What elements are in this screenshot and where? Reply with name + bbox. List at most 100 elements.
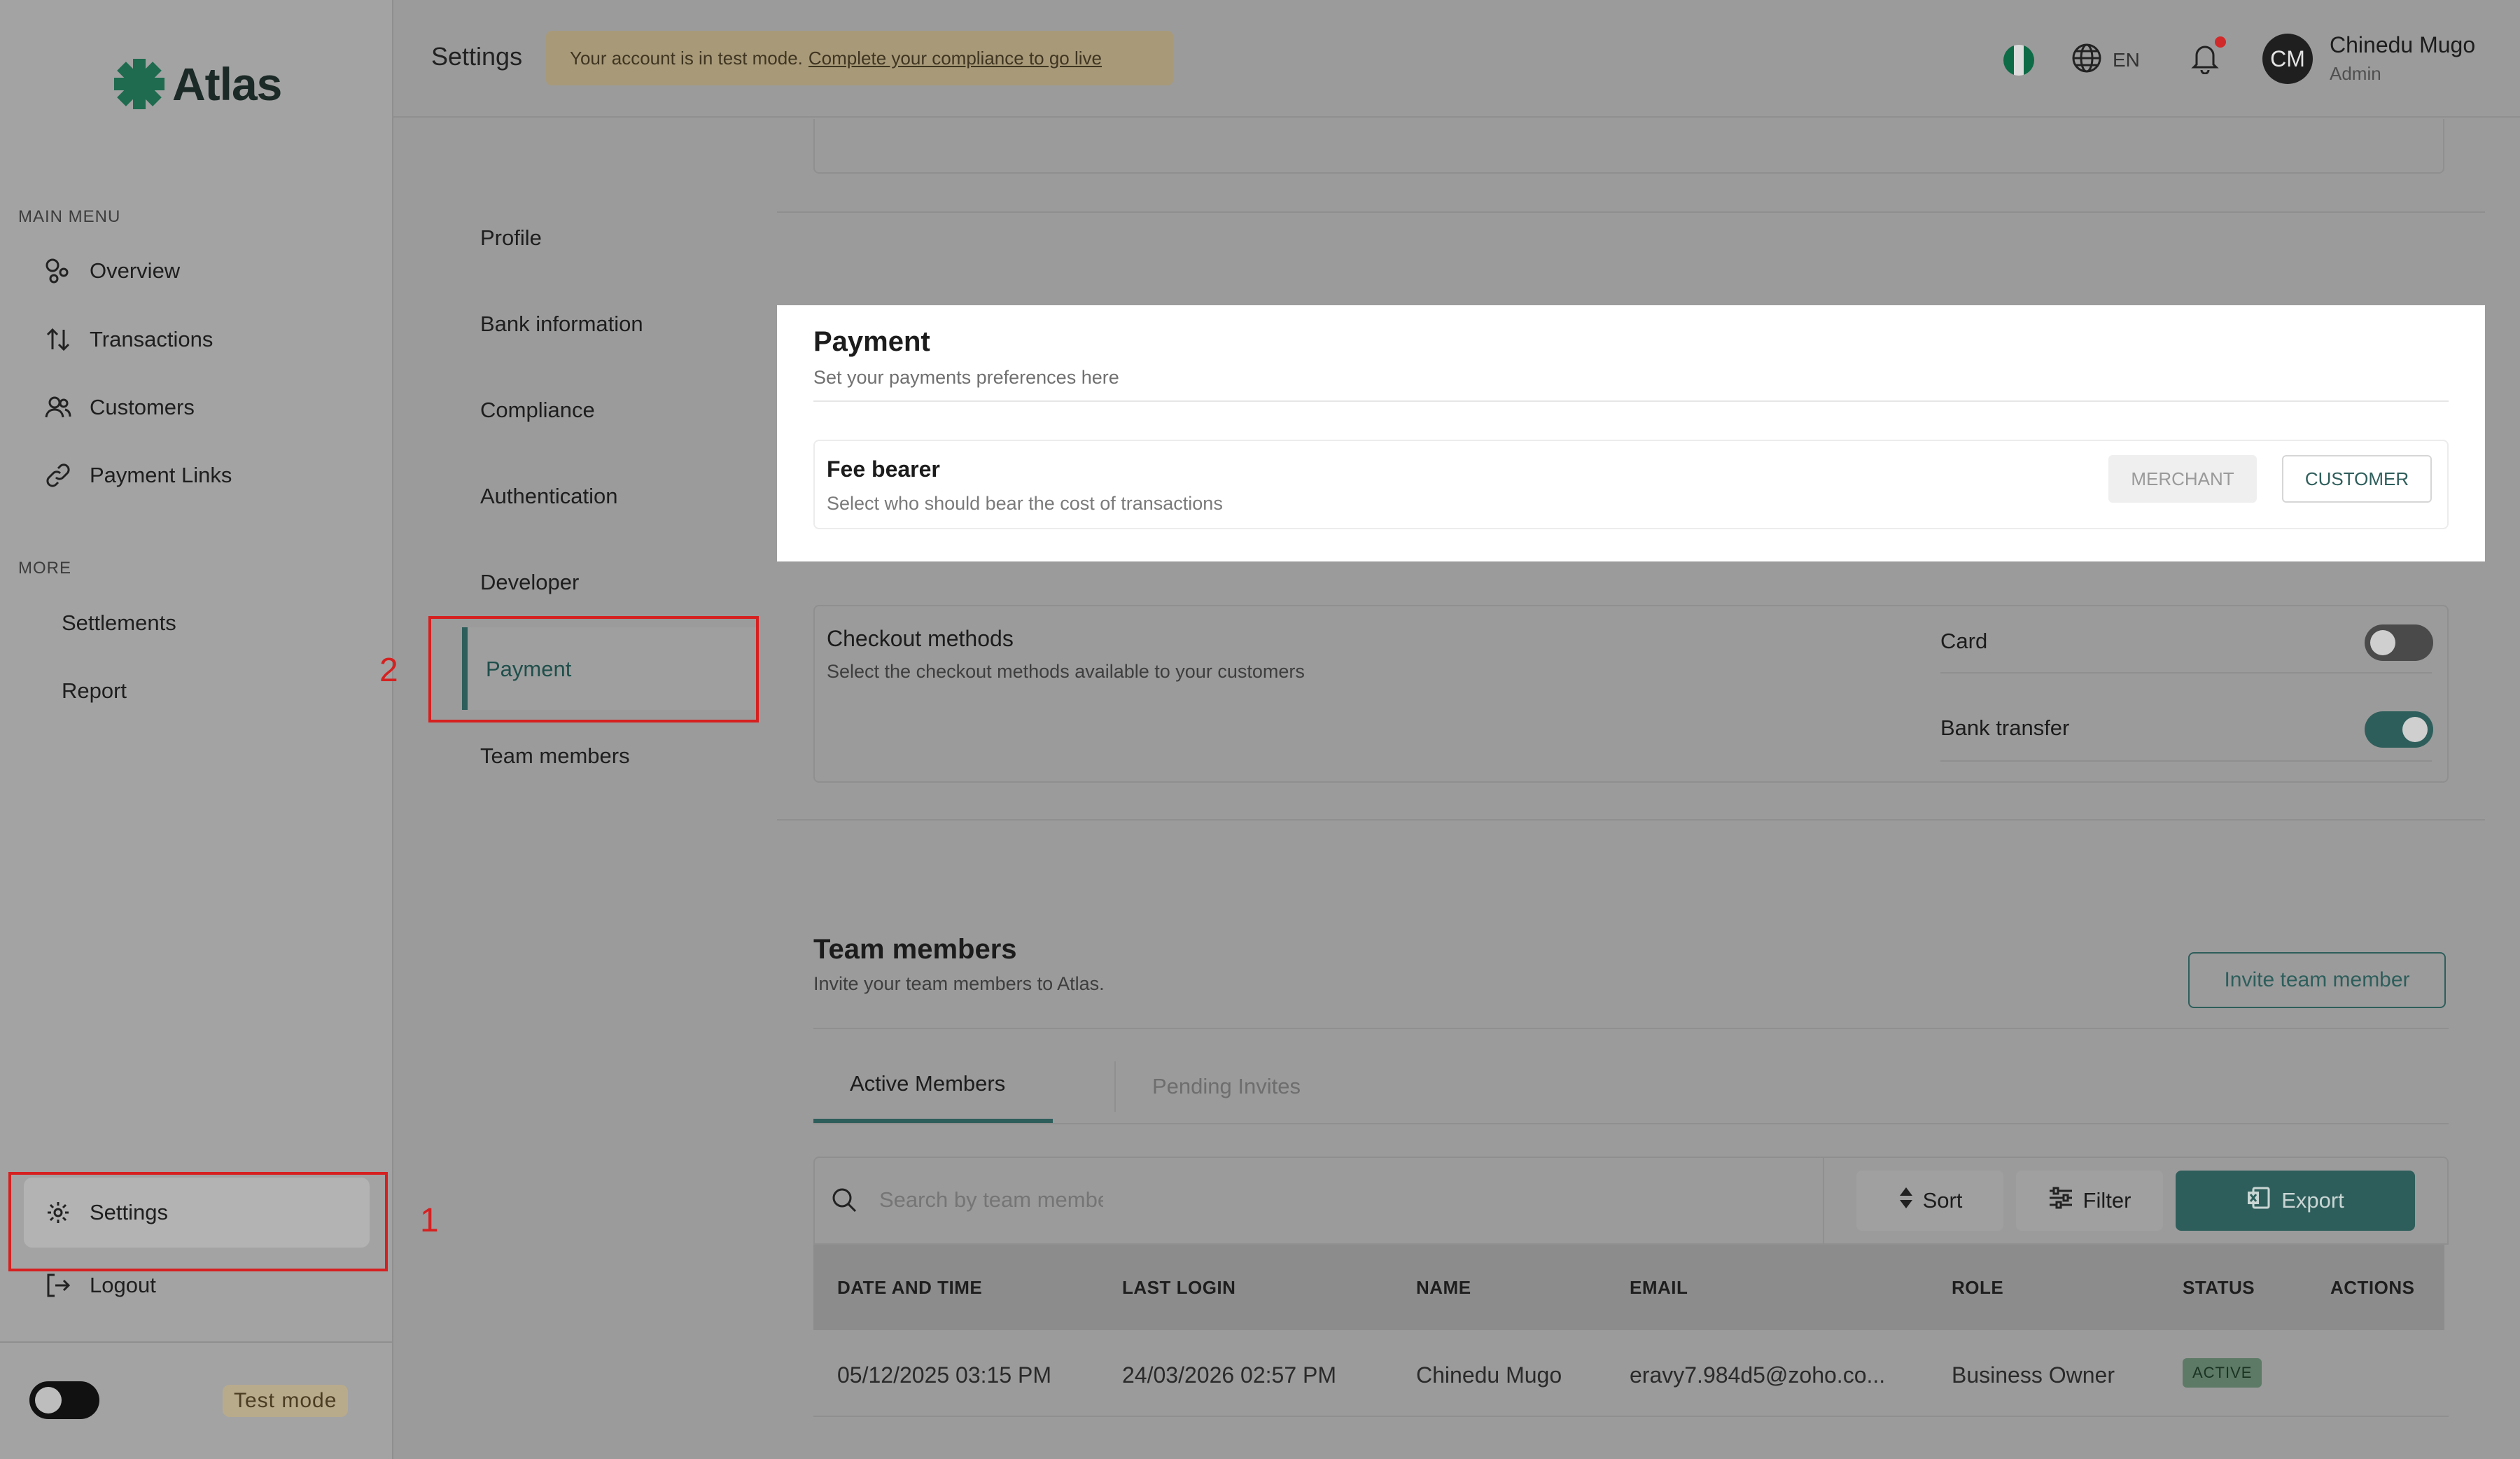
sidebar-item-payment-links[interactable]: Payment Links [43, 461, 232, 490]
submenu-developer[interactable]: Developer [480, 570, 579, 595]
test-mode-toggle[interactable] [29, 1381, 99, 1419]
annotation-box-1 [8, 1172, 388, 1271]
bank-transfer-toggle[interactable] [2365, 711, 2433, 748]
user-name: Chinedu Mugo [2330, 32, 2476, 57]
row-date: 05/12/2025 03:15 PM [837, 1362, 1052, 1388]
column-header-last-login[interactable]: LAST LOGIN [1122, 1277, 1236, 1299]
bell-icon[interactable] [2188, 36, 2226, 78]
arrows-up-down-icon [43, 325, 73, 354]
annotation-box-2 [428, 616, 759, 722]
customer-option-button[interactable]: CUSTOMER [2282, 455, 2432, 503]
team-title: Team members [813, 934, 1017, 965]
brand-name: Atlas [172, 58, 282, 110]
avatar[interactable]: CM [2262, 34, 2313, 84]
sidebar-item-overview[interactable]: Overview [43, 256, 180, 286]
annotation-number-1: 1 [420, 1202, 439, 1239]
submenu-authentication[interactable]: Authentication [480, 484, 617, 509]
toggle-knob [2370, 630, 2395, 655]
main-menu-label: MAIN MENU [18, 207, 121, 226]
fee-bearer-description: Select who should bear the cost of trans… [827, 493, 1223, 514]
sidebar-item-settlements[interactable]: Settlements [62, 610, 176, 636]
sidebar-item-label: Payment Links [90, 463, 232, 487]
method-divider [1940, 760, 2432, 762]
submenu-profile[interactable]: Profile [480, 225, 542, 251]
globe-icon [2071, 42, 2103, 78]
more-label: MORE [18, 559, 71, 578]
card-method-toggle[interactable] [2365, 624, 2433, 661]
sidebar-divider [0, 1341, 393, 1343]
toolbar-separator [1823, 1157, 1824, 1245]
nigeria-flag-icon[interactable] [2003, 45, 2034, 76]
row-name: Chinedu Mugo [1416, 1362, 1562, 1388]
method-card-label: Card [1940, 629, 1988, 653]
payment-subtitle: Set your payments preferences here [813, 367, 1119, 388]
export-button[interactable]: Export [2176, 1171, 2415, 1231]
users-icon [43, 393, 73, 422]
sidebar-item-logout[interactable]: Logout [43, 1271, 156, 1300]
team-subtitle: Invite your team members to Atlas. [813, 973, 1105, 994]
logout-icon [43, 1271, 73, 1300]
column-header-actions: ACTIONS [2330, 1277, 2415, 1298]
previous-section-card [813, 119, 2444, 174]
tabs-baseline [813, 1123, 2449, 1124]
merchant-option-button[interactable]: MERCHANT [2108, 455, 2257, 503]
invite-team-member-button[interactable]: Invite team member [2188, 952, 2446, 1008]
test-mode-banner: Your account is in test mode. Complete y… [546, 31, 1173, 85]
compliance-link[interactable]: Complete your compliance to go live [808, 48, 1102, 69]
search-icon [830, 1186, 858, 1217]
sort-button[interactable]: Sort [1856, 1171, 2003, 1231]
tab-pending-invites[interactable]: Pending Invites [1152, 1074, 1301, 1099]
section-divider [777, 819, 2485, 821]
row-email: eravy7.984d5@zoho.co... [1630, 1362, 1886, 1388]
sidebar-item-label: Customers [90, 395, 195, 419]
checkout-methods-card [813, 605, 2449, 783]
sidebar-item-report[interactable]: Report [62, 678, 127, 704]
sort-icon [1898, 1186, 1914, 1215]
submenu-team-members[interactable]: Team members [480, 744, 630, 769]
team-divider [813, 1028, 2449, 1029]
submenu-bank-information[interactable]: Bank information [480, 312, 643, 337]
column-header-name[interactable]: NAME [1416, 1277, 1471, 1299]
row-last-login: 24/03/2026 02:57 PM [1122, 1362, 1337, 1388]
sidebar-item-label: Overview [90, 258, 181, 283]
language-code: EN [2113, 48, 2140, 71]
filter-button[interactable]: Filter [2016, 1171, 2163, 1231]
fee-bearer-title: Fee bearer [827, 456, 940, 482]
column-header-status[interactable]: STATUS [2183, 1277, 2255, 1299]
sidebar-item-label: Settlements [62, 610, 176, 635]
banner-text: Your account is in test mode. [570, 47, 803, 69]
test-mode-badge: Test mode [223, 1385, 349, 1417]
notification-dot [2215, 36, 2226, 48]
sort-label: Sort [1922, 1188, 1963, 1213]
checkout-description: Select the checkout methods available to… [827, 661, 1305, 682]
method-divider [1940, 672, 2432, 673]
sidebar-item-customers[interactable]: Customers [43, 393, 195, 422]
row-role: Business Owner [1952, 1362, 2115, 1388]
payment-title: Payment [813, 326, 930, 357]
sidebar-item-transactions[interactable]: Transactions [43, 325, 213, 354]
link-icon [43, 461, 73, 490]
sidebar-item-label: Report [62, 678, 127, 703]
column-header-email[interactable]: EMAIL [1630, 1277, 1688, 1299]
section-divider [777, 211, 2485, 213]
sidebar-item-label: Logout [90, 1273, 156, 1297]
method-bank-transfer-label: Bank transfer [1940, 715, 2070, 740]
submenu-compliance[interactable]: Compliance [480, 398, 595, 423]
status-badge: ACTIVE [2183, 1358, 2262, 1388]
filter-sliders-icon [2048, 1186, 2073, 1215]
user-role: Admin [2330, 63, 2381, 84]
search-input[interactable] [879, 1182, 1103, 1218]
overview-icon [43, 256, 73, 286]
export-label: Export [2281, 1188, 2344, 1213]
toggle-knob [35, 1387, 62, 1413]
tab-separator [1114, 1061, 1116, 1112]
tab-active-members[interactable]: Active Members [850, 1071, 1005, 1096]
annotation-number-2: 2 [379, 652, 398, 689]
language-selector[interactable]: EN [2071, 42, 2140, 78]
column-header-role[interactable]: ROLE [1952, 1277, 2003, 1299]
sidebar-item-label: Transactions [90, 327, 214, 351]
column-header-date[interactable]: DATE AND TIME [837, 1277, 982, 1299]
atlas-logo-icon [112, 59, 167, 109]
page-title: Settings [431, 42, 523, 71]
brand-logo[interactable]: Atlas [112, 57, 282, 111]
